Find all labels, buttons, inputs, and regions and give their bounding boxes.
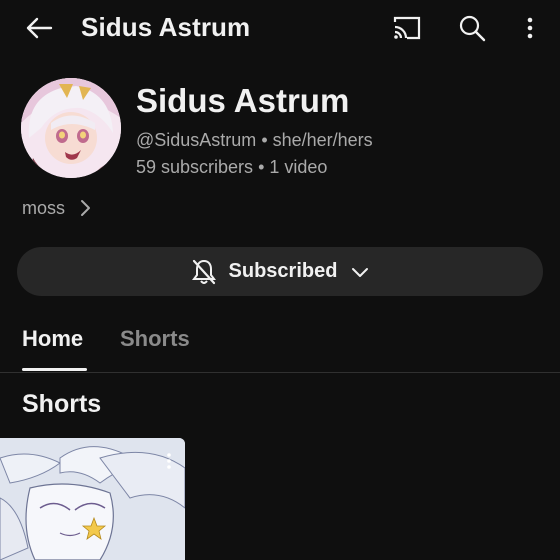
subscribed-button[interactable]: Subscribed [17, 247, 543, 296]
chevron-right-icon [79, 199, 91, 217]
shorts-section-title: Shorts [22, 390, 102, 418]
more-vert-icon [527, 17, 533, 39]
video-count: 1 video [269, 157, 328, 177]
cast-icon [393, 16, 421, 40]
more-options-button[interactable] [515, 10, 545, 46]
chevron-down-icon [351, 266, 369, 278]
channel-pronouns: she/her/hers [272, 130, 373, 150]
more-vert-icon [167, 453, 171, 469]
back-button[interactable] [20, 10, 58, 46]
separator-dot: • [261, 130, 268, 150]
back-arrow-icon [26, 17, 53, 39]
short-more-button[interactable] [158, 448, 180, 474]
channel-description-row[interactable]: moss [22, 196, 91, 220]
channel-tabs: Home Shorts [0, 318, 560, 373]
channel-handle-line: @SidusAstrum • she/her/hers [136, 130, 373, 151]
subscriber-count: 59 subscribers [136, 157, 254, 177]
bell-off-icon [191, 258, 217, 286]
tab-home[interactable]: Home [22, 326, 83, 352]
channel-avatar[interactable] [21, 78, 121, 178]
search-icon [459, 15, 486, 42]
separator-dot: • [258, 157, 265, 177]
cast-button[interactable] [388, 10, 426, 46]
app-bar-title: Sidus Astrum [81, 12, 251, 42]
subscribed-label: Subscribed [228, 260, 338, 282]
active-tab-indicator [22, 368, 87, 371]
channel-handle: @SidusAstrum [136, 130, 257, 150]
channel-description: moss [22, 197, 66, 218]
search-button[interactable] [453, 9, 491, 47]
channel-name: Sidus Astrum [136, 82, 350, 119]
channel-stats-line: 59 subscribers • 1 video [136, 157, 327, 178]
tab-shorts[interactable]: Shorts [120, 326, 190, 352]
top-app-bar: Sidus Astrum [0, 0, 560, 56]
avatar-art [21, 78, 121, 178]
